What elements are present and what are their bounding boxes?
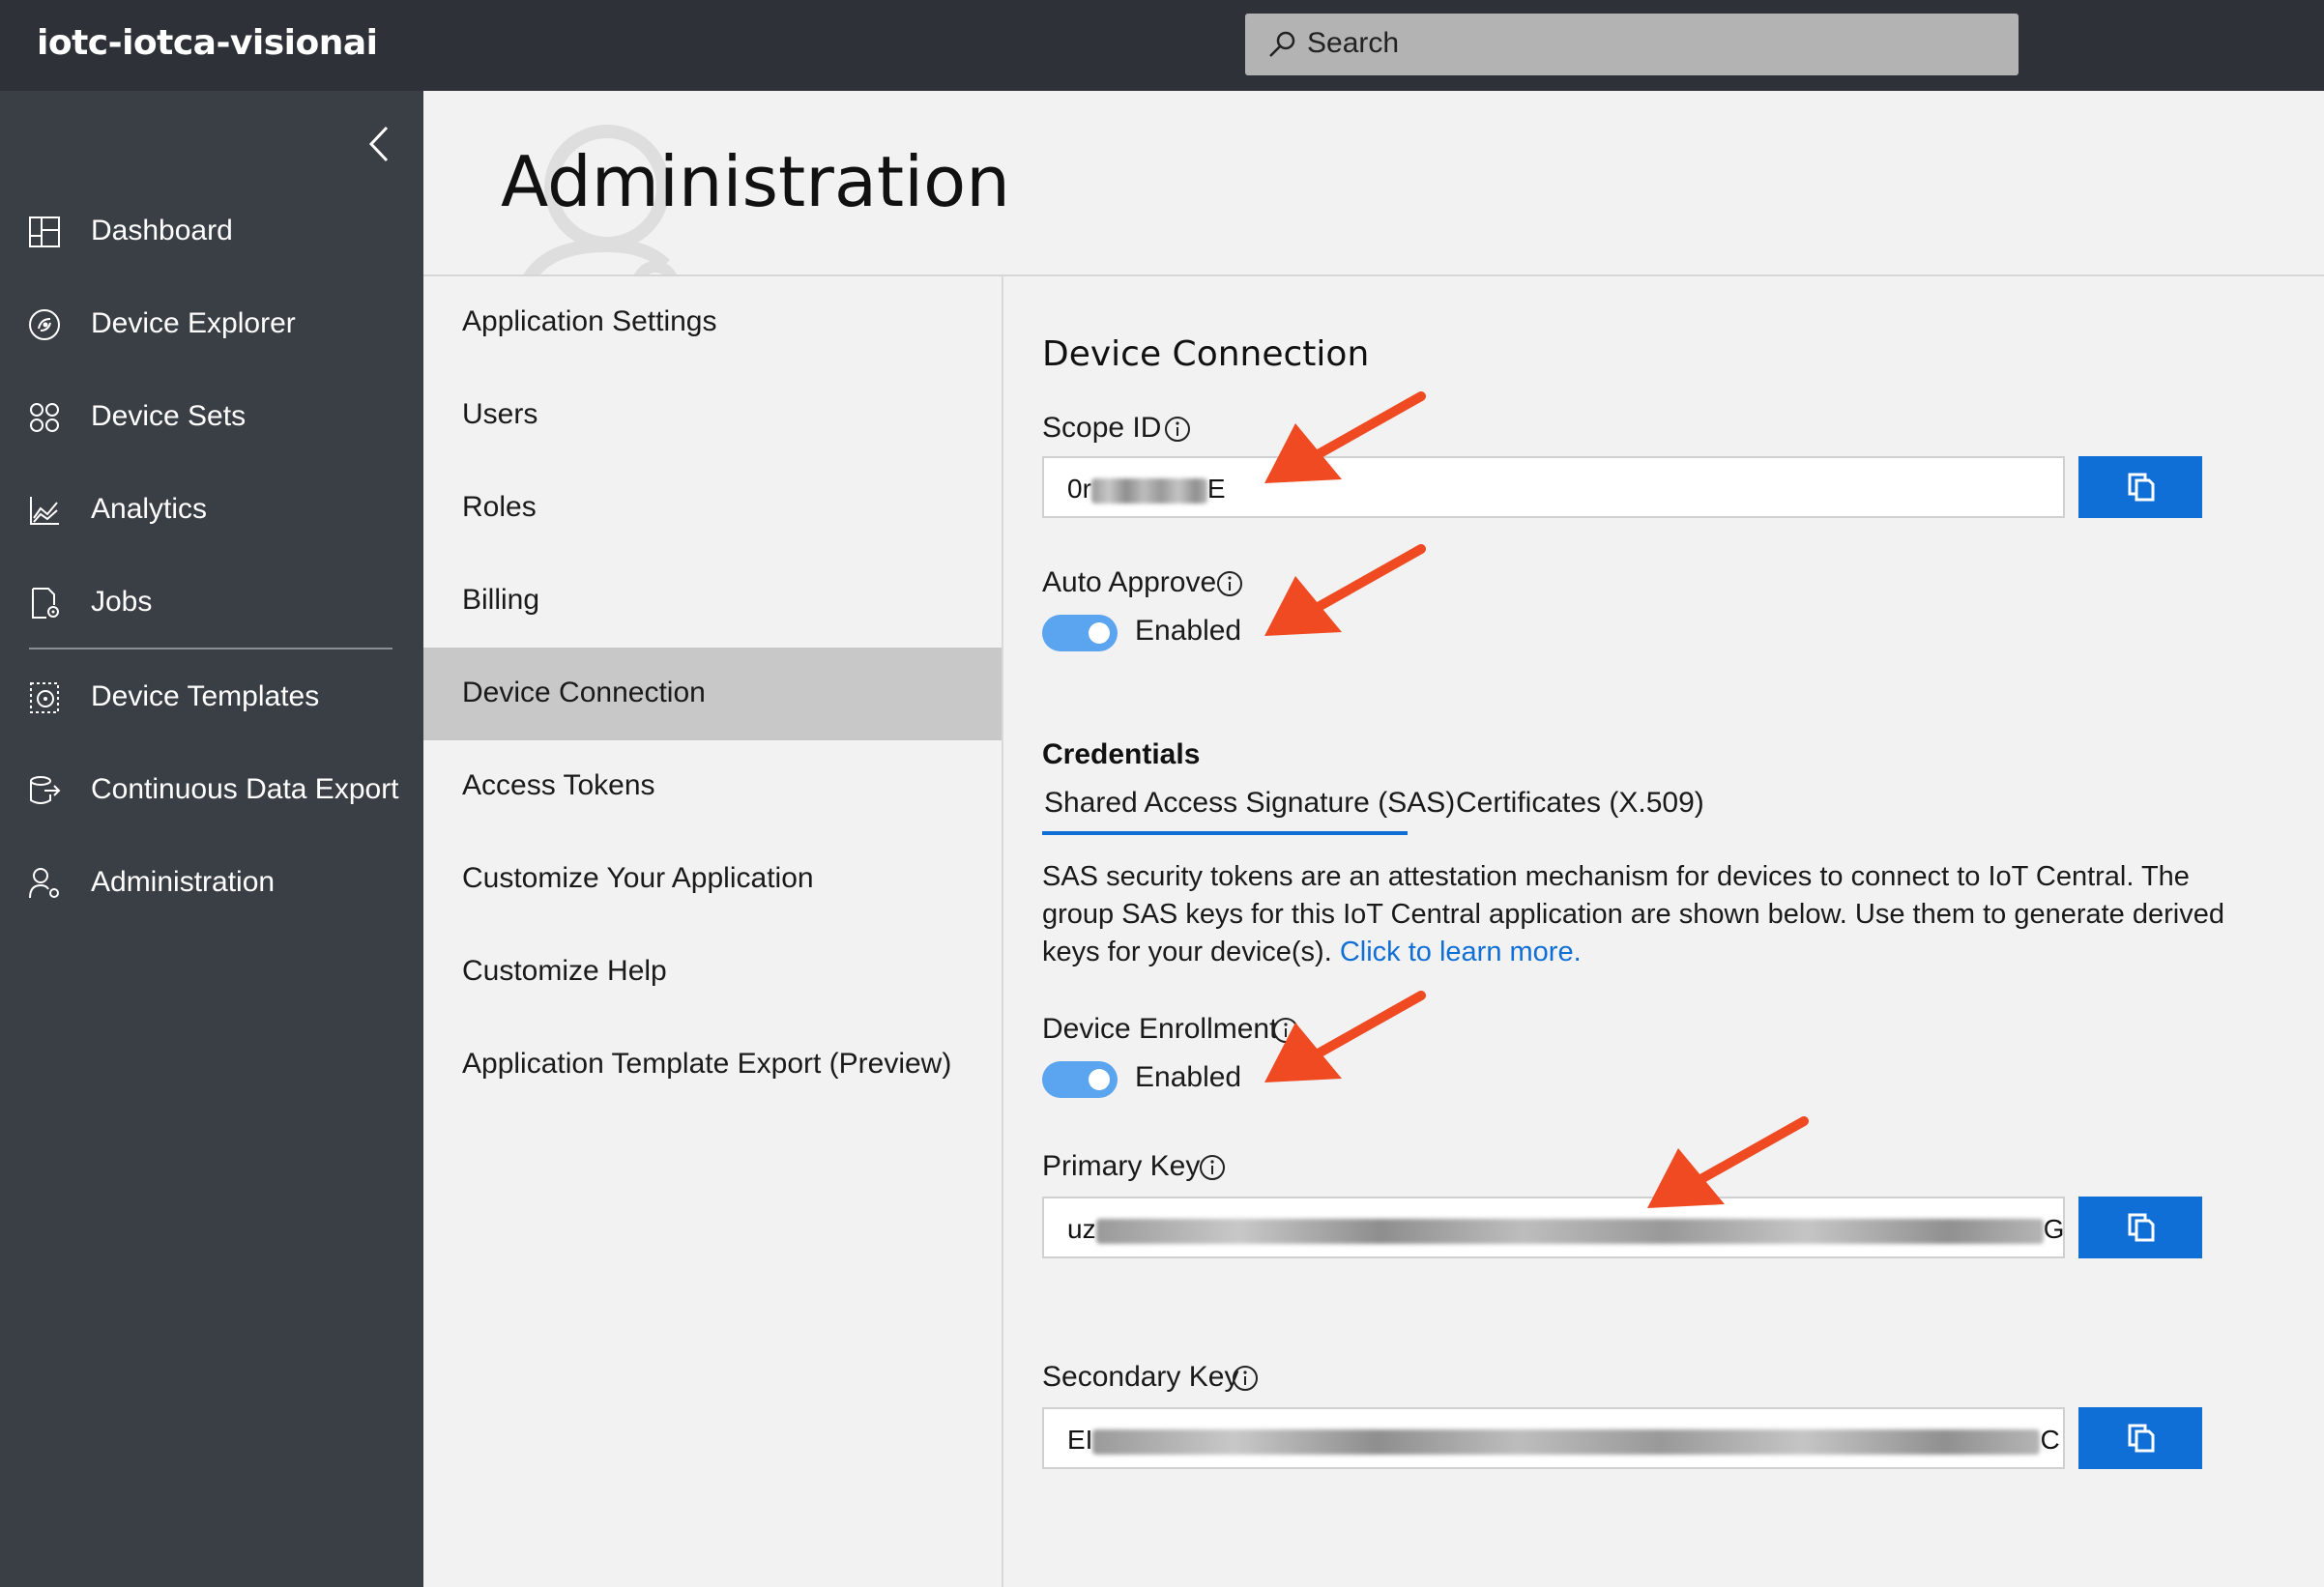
sidebar-item-data-export[interactable]: Continuous Data Export: [0, 756, 423, 823]
tab-sas-underline: [1042, 831, 1408, 835]
device-enrollment-state: Enabled: [1135, 1061, 1242, 1093]
sas-description: SAS security tokens are an attestation m…: [1042, 861, 2224, 967]
page-header: Administration: [423, 91, 2324, 276]
info-icon[interactable]: [1164, 416, 1191, 443]
toggle-knob: [1089, 1069, 1110, 1090]
section-title: Device Connection: [1042, 334, 1370, 374]
page-title: Administration: [501, 141, 1010, 222]
auto-approve-toggle[interactable]: [1042, 615, 1118, 651]
auto-approve-label: Auto Approve: [1042, 566, 1217, 598]
search-box[interactable]: Search: [1245, 14, 2019, 75]
top-bar: iotc-iotca-visionai Search: [0, 0, 2324, 91]
subnav-item-customize-help[interactable]: Customize Help: [423, 926, 1002, 1019]
dashboard-icon: [29, 216, 60, 247]
info-icon[interactable]: [1199, 1154, 1226, 1181]
tab-x509[interactable]: Certificates (X.509): [1456, 787, 1704, 820]
scope-id-field[interactable]: 0r E: [1042, 456, 2065, 518]
sidebar-item-analytics[interactable]: Analytics: [0, 476, 423, 543]
learn-more-link[interactable]: Click to learn more.: [1340, 937, 1582, 967]
sidebar-item-label: Continuous Data Export: [91, 773, 399, 805]
subnav-item-customize-application[interactable]: Customize Your Application: [423, 833, 1002, 926]
collapse-chevron-icon[interactable]: [360, 120, 398, 168]
tab-sas[interactable]: Shared Access Signature (SAS): [1044, 787, 1455, 820]
subnav-item-label: Device Connection: [462, 677, 706, 708]
secondary-key-field[interactable]: EI C: [1042, 1407, 2065, 1469]
primary-key-label: Primary Key: [1042, 1150, 1201, 1182]
subnav-item-label: Application Settings: [462, 305, 717, 337]
subnav-item-template-export[interactable]: Application Template Export (Preview): [423, 1019, 1002, 1111]
subnav-item-label: Customize Help: [462, 955, 667, 987]
device-enrollment-toggle[interactable]: [1042, 1061, 1118, 1098]
sidebar-item-label: Jobs: [91, 586, 153, 618]
copy-primary-key-button[interactable]: [2078, 1197, 2202, 1258]
info-icon[interactable]: [1216, 570, 1243, 597]
analytics-icon: [30, 497, 59, 525]
subnav-item-users[interactable]: Users: [423, 369, 1002, 462]
scope-id-label: Scope ID: [1042, 412, 1162, 444]
copy-scope-id-button[interactable]: [2078, 456, 2202, 518]
annotation-arrow-auto-approve: [1264, 544, 1426, 636]
device-sets-icon: [30, 403, 59, 432]
subnav-item-label: Billing: [462, 584, 540, 616]
device-enrollment-label: Device Enrollment: [1042, 1013, 1278, 1045]
sidebar-item-label: Device Templates: [91, 680, 320, 712]
annotation-arrow-scope-id: [1264, 391, 1426, 483]
app-title[interactable]: iotc-iotca-visionai: [37, 23, 378, 63]
sidebar-item-jobs[interactable]: Jobs: [0, 568, 423, 636]
jobs-icon: [32, 588, 59, 619]
sidebar-item-device-templates[interactable]: Device Templates: [0, 663, 423, 731]
search-placeholder: Search: [1307, 27, 1400, 59]
search-icon: [1269, 31, 1295, 57]
subnav-item-billing[interactable]: Billing: [423, 555, 1002, 648]
sidebar: Dashboard Device Explorer Device Sets An…: [0, 91, 423, 1587]
primary-key-field[interactable]: uz G: [1042, 1197, 2065, 1258]
admin-subnav: Application Settings Users Roles Billing…: [423, 276, 1003, 1587]
sidebar-item-label: Analytics: [91, 493, 208, 525]
sidebar-item-administration[interactable]: Administration: [0, 849, 423, 916]
device-templates-icon: [30, 682, 59, 713]
subnav-item-label: Roles: [462, 491, 537, 523]
scope-id-value: 0r E: [1067, 474, 1226, 504]
sidebar-item-label: Administration: [91, 866, 276, 898]
subnav-item-application-settings[interactable]: Application Settings: [423, 276, 1002, 369]
copy-icon: [2128, 473, 2155, 502]
annotation-arrow-device-enrollment: [1264, 991, 1426, 1082]
annotation-arrow-primary-key: [1647, 1116, 1809, 1208]
secondary-key-label: Secondary Key: [1042, 1361, 1239, 1393]
auto-approve-state: Enabled: [1135, 615, 1242, 647]
secondary-key-value: EI C: [1067, 1425, 2060, 1455]
administration-icon: [29, 868, 59, 899]
subnav-item-access-tokens[interactable]: Access Tokens: [423, 740, 1002, 833]
sidebar-item-label: Device Explorer: [91, 307, 296, 339]
subnav-item-label: Customize Your Application: [462, 862, 814, 894]
info-icon[interactable]: [1232, 1365, 1259, 1392]
device-explorer-icon: [29, 309, 60, 340]
primary-key-value: uz G: [1067, 1214, 2065, 1244]
sidebar-item-dashboard[interactable]: Dashboard: [0, 197, 423, 265]
subnav-item-label: Application Template Export (Preview): [462, 1048, 952, 1080]
sidebar-item-device-sets[interactable]: Device Sets: [0, 383, 423, 450]
sidebar-item-label: Device Sets: [91, 400, 247, 432]
credentials-title: Credentials: [1042, 738, 1201, 770]
subnav-item-roles[interactable]: Roles: [423, 462, 1002, 555]
nav-divider: [29, 648, 392, 649]
copy-secondary-key-button[interactable]: [2078, 1407, 2202, 1469]
subnav-item-device-connection[interactable]: Device Connection: [423, 648, 1002, 740]
sidebar-item-label: Dashboard: [91, 215, 233, 246]
sidebar-item-device-explorer[interactable]: Device Explorer: [0, 290, 423, 358]
data-export-icon: [30, 776, 61, 804]
toggle-knob: [1089, 622, 1110, 644]
copy-icon: [2128, 1213, 2155, 1242]
device-connection-panel: Device Connection Scope ID 0r E Auto Appr…: [1005, 276, 2324, 1587]
subnav-item-label: Access Tokens: [462, 769, 655, 801]
subnav-item-label: Users: [462, 398, 538, 430]
copy-icon: [2128, 1424, 2155, 1453]
